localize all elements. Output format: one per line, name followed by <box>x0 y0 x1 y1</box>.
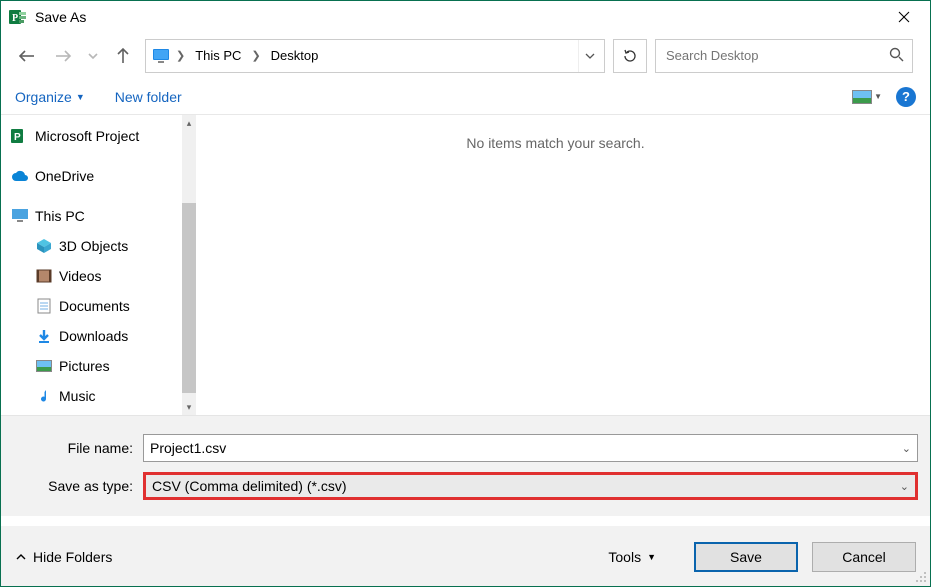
chevron-right-icon: ❯ <box>176 49 185 62</box>
triangle-down-icon: ▼ <box>647 552 656 562</box>
tree-scrollbar[interactable]: ▴ ▾ <box>182 115 196 415</box>
tools-menu-button[interactable]: Tools ▼ <box>608 549 656 565</box>
savetype-value: CSV (Comma delimited) (*.csv) <box>152 478 346 494</box>
nav-back-button[interactable] <box>13 42 41 70</box>
cancel-label: Cancel <box>842 549 886 565</box>
navigation-row: ❯ This PC ❯ Desktop <box>1 33 930 79</box>
arrow-left-icon <box>17 46 37 66</box>
window-title: Save As <box>35 9 86 25</box>
chevron-right-icon: ❯ <box>251 49 260 62</box>
empty-message: No items match your search. <box>466 135 644 151</box>
close-button[interactable] <box>882 3 926 31</box>
savetype-label: Save as type: <box>13 478 143 494</box>
download-arrow-icon <box>35 327 53 345</box>
tree-item-label: Microsoft Project <box>35 128 139 144</box>
chevron-down-icon <box>585 51 595 61</box>
hide-folders-label: Hide Folders <box>33 549 112 565</box>
picture-icon <box>35 357 53 375</box>
tree-item-documents[interactable]: Documents <box>9 291 181 321</box>
scroll-up-button[interactable]: ▴ <box>182 115 196 131</box>
folder-tree[interactable]: P Microsoft Project OneDrive This PC 3D … <box>1 115 181 415</box>
filename-value: Project1.csv <box>150 440 226 456</box>
view-mode-button[interactable]: ▼ <box>852 90 882 104</box>
refresh-button[interactable] <box>613 39 647 73</box>
scroll-thumb[interactable] <box>182 203 196 393</box>
address-dropdown-button[interactable] <box>578 40 600 72</box>
explorer-body: P Microsoft Project OneDrive This PC 3D … <box>1 115 930 415</box>
save-button[interactable]: Save <box>694 542 798 572</box>
chevron-down-icon <box>88 51 98 61</box>
refresh-icon <box>622 48 638 64</box>
save-label: Save <box>730 549 762 565</box>
tree-item-msproject[interactable]: P Microsoft Project <box>9 121 181 151</box>
cloud-icon <box>11 167 29 185</box>
organize-label: Organize <box>15 89 72 105</box>
tree-item-videos[interactable]: Videos <box>9 261 181 291</box>
film-icon <box>35 267 53 285</box>
toolbar: Organize ▼ New folder ▼ ? <box>1 79 930 115</box>
savetype-dropdown[interactable]: CSV (Comma delimited) (*.csv) ⌄ <box>143 472 918 500</box>
tree-item-onedrive[interactable]: OneDrive <box>9 161 181 191</box>
search-box[interactable] <box>655 39 913 73</box>
filename-label: File name: <box>13 440 143 456</box>
arrow-right-icon <box>53 46 73 66</box>
tree-item-label: Videos <box>59 268 102 284</box>
tree-item-label: This PC <box>35 208 85 224</box>
footer: Hide Folders Tools ▼ Save Cancel <box>1 526 930 586</box>
nav-up-button[interactable] <box>109 42 137 70</box>
organize-menu-button[interactable]: Organize ▼ <box>15 89 85 105</box>
filename-input[interactable]: Project1.csv ⌄ <box>143 434 918 462</box>
tree-item-label: Pictures <box>59 358 110 374</box>
tree-item-thispc[interactable]: This PC <box>9 201 181 231</box>
tree-item-music[interactable]: Music <box>9 381 181 411</box>
app-icon-project: P <box>11 127 29 145</box>
address-breadcrumb[interactable]: ❯ This PC ❯ Desktop <box>145 39 605 73</box>
form-area: File name: Project1.csv ⌄ Save as type: … <box>1 415 930 516</box>
triangle-down-icon: ▼ <box>874 92 882 101</box>
tree-item-downloads[interactable]: Downloads <box>9 321 181 351</box>
nav-recent-dropdown[interactable] <box>85 42 101 70</box>
search-icon <box>889 47 904 65</box>
cancel-button[interactable]: Cancel <box>812 542 916 572</box>
scroll-down-button[interactable]: ▾ <box>182 399 196 415</box>
close-icon <box>898 11 910 23</box>
chevron-down-icon: ⌄ <box>902 442 911 455</box>
search-input[interactable] <box>664 47 889 64</box>
svg-text:P: P <box>12 13 18 24</box>
tools-label: Tools <box>608 549 641 565</box>
monitor-icon <box>11 207 29 225</box>
file-list-area: No items match your search. <box>181 115 930 415</box>
breadcrumb-root[interactable]: This PC <box>189 48 247 63</box>
tree-item-pictures[interactable]: Pictures <box>9 351 181 381</box>
app-icon-project: P <box>9 8 27 26</box>
cube-icon <box>35 237 53 255</box>
help-button[interactable]: ? <box>896 87 916 107</box>
chevron-up-icon <box>15 551 27 563</box>
triangle-down-icon: ▼ <box>76 92 85 102</box>
tree-item-label: Downloads <box>59 328 128 344</box>
tree-item-label: 3D Objects <box>59 238 128 254</box>
new-folder-label: New folder <box>115 89 182 105</box>
monitor-icon <box>150 45 172 67</box>
tree-item-label: Documents <box>59 298 130 314</box>
new-folder-button[interactable]: New folder <box>115 89 182 105</box>
tree-item-3dobjects[interactable]: 3D Objects <box>9 231 181 261</box>
hide-folders-button[interactable]: Hide Folders <box>15 549 112 565</box>
window-titlebar: P Save As <box>1 1 930 33</box>
tree-item-label: Music <box>59 388 96 404</box>
picture-icon <box>852 90 872 104</box>
document-icon <box>35 297 53 315</box>
music-note-icon <box>35 387 53 405</box>
resize-grip[interactable] <box>915 571 927 583</box>
chevron-down-icon: ⌄ <box>900 480 909 493</box>
tree-item-label: OneDrive <box>35 168 94 184</box>
help-label: ? <box>902 89 910 104</box>
svg-text:P: P <box>14 132 21 143</box>
arrow-up-icon <box>113 46 133 66</box>
breadcrumb-leaf[interactable]: Desktop <box>265 48 325 63</box>
nav-forward-button[interactable] <box>49 42 77 70</box>
